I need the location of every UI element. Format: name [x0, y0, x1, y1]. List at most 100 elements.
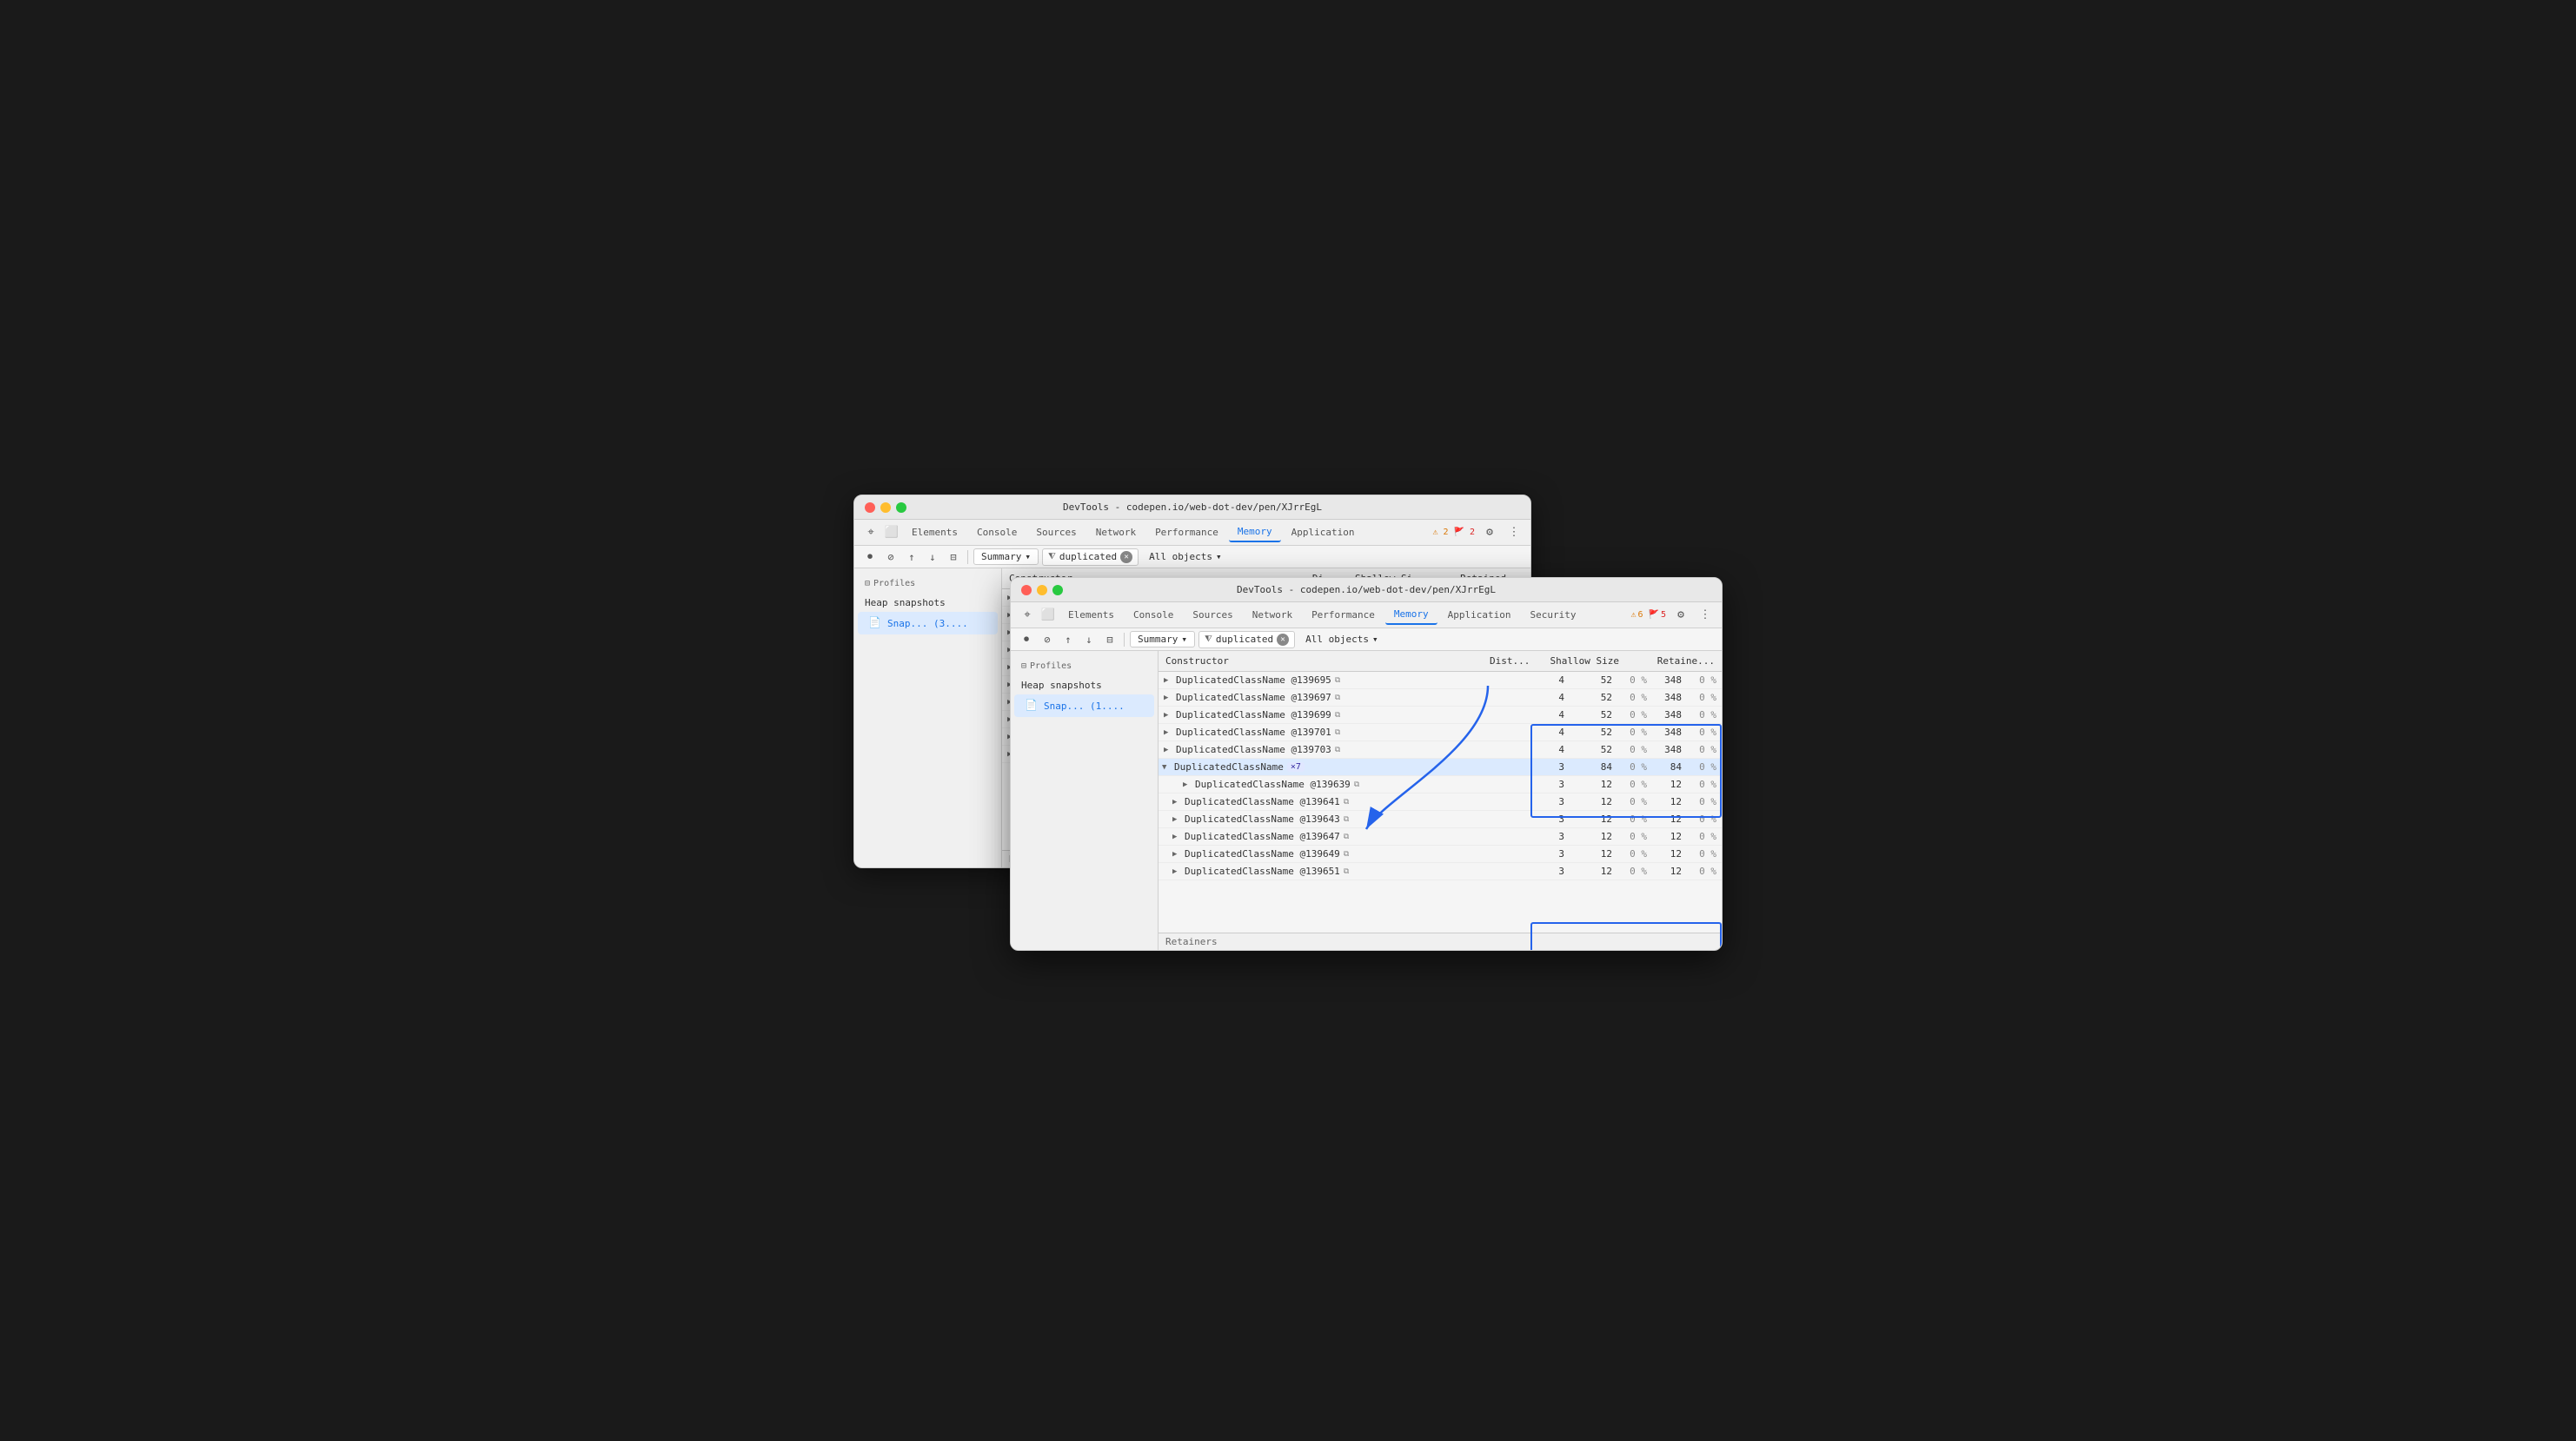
grouped-shallow-pct: 0 % — [1617, 761, 1652, 773]
table-row[interactable]: ▶DuplicatedClassName @139649⧉ 3 12 0 % 1… — [1159, 846, 1722, 863]
stop-btn-2[interactable]: ⊘ — [1039, 631, 1056, 648]
warn-badge-2: ⚠ 6 — [1630, 610, 1643, 620]
tab-memory-2[interactable]: Memory — [1385, 605, 1437, 625]
collect-btn-2[interactable]: ⊟ — [1101, 631, 1119, 648]
tab-console-1[interactable]: Console — [968, 523, 1026, 541]
devtools-window-2[interactable]: DevTools - codepen.io/web-dot-dev/pen/XJ… — [1010, 577, 1723, 951]
copy-icon[interactable]: ⧉ — [1335, 711, 1340, 720]
device-icon-2[interactable]: ⬜ — [1039, 606, 1058, 625]
row-constructor: DuplicatedClassName @139641 — [1185, 796, 1340, 807]
upload-btn-1[interactable]: ↑ — [903, 548, 920, 566]
th-constructor-2: Constructor — [1159, 654, 1483, 668]
grouped-row[interactable]: ▼ DuplicatedClassName ×7 3 84 0 % 84 0 % — [1159, 759, 1722, 776]
download-btn-1[interactable]: ↓ — [924, 548, 941, 566]
objects-dropdown-1[interactable]: All objects ▾ — [1142, 549, 1228, 564]
cursor-icon-1[interactable]: ⌖ — [861, 523, 880, 542]
row-retained: 348 — [1652, 674, 1687, 686]
table-body-2: ▶DuplicatedClassName @139695⧉ 4 52 0 % 3… — [1159, 672, 1722, 933]
tab-sources-1[interactable]: Sources — [1027, 523, 1085, 541]
tab-security-2[interactable]: Security — [1522, 606, 1585, 624]
table-row[interactable]: ▶DuplicatedClassName @139641⧉ 3 12 0 % 1… — [1159, 794, 1722, 811]
summary-label-1: Summary — [981, 551, 1021, 562]
copy-icon[interactable]: ⧉ — [1344, 850, 1349, 859]
copy-icon[interactable]: ⧉ — [1335, 694, 1340, 702]
table-row[interactable]: ▶DuplicatedClassName @139701⧉ 4 52 0 % 3… — [1159, 724, 1722, 741]
upload-btn-2[interactable]: ↑ — [1059, 631, 1077, 648]
row-shallow: 12 — [1570, 848, 1617, 860]
row-constructor: DuplicatedClassName @139695 — [1176, 674, 1331, 686]
sidebar-1: ⊟ Profiles Heap snapshots 📄 Snap... (3..… — [854, 568, 1002, 867]
download-btn-2[interactable]: ↓ — [1080, 631, 1098, 648]
tab-network-1[interactable]: Network — [1087, 523, 1145, 541]
copy-icon[interactable]: ⧉ — [1335, 746, 1340, 754]
tab-network-2[interactable]: Network — [1244, 606, 1301, 624]
cursor-icon-2[interactable]: ⌖ — [1018, 606, 1037, 625]
record-btn-1[interactable]: ⏺ — [861, 548, 879, 566]
clear-filter-btn-2[interactable]: ✕ — [1277, 634, 1289, 646]
clear-filter-btn-1[interactable]: ✕ — [1120, 551, 1132, 563]
table-row[interactable]: ▶DuplicatedClassName @139651⧉ 3 12 0 % 1… — [1159, 863, 1722, 880]
expand-icon: ▶ — [1172, 815, 1181, 824]
table-header-2: Constructor Dist... Shallow Size Retaine… — [1159, 651, 1722, 672]
close-button-2[interactable] — [1021, 585, 1032, 595]
table-row[interactable]: ▶DuplicatedClassName @139695⧉ 4 52 0 % 3… — [1159, 672, 1722, 689]
copy-icon[interactable]: ⧉ — [1335, 676, 1340, 685]
maximize-button-2[interactable] — [1052, 585, 1063, 595]
tab-elements-1[interactable]: Elements — [903, 523, 966, 541]
tab-sources-2[interactable]: Sources — [1184, 606, 1241, 624]
traffic-lights-2 — [1021, 585, 1063, 595]
minimize-button-1[interactable] — [880, 502, 891, 513]
tab-performance-1[interactable]: Performance — [1146, 523, 1227, 541]
grouped-shallow: 84 — [1570, 761, 1617, 773]
more-icon-1[interactable]: ⋮ — [1504, 523, 1524, 542]
tab-console-2[interactable]: Console — [1125, 606, 1182, 624]
objects-dropdown-2[interactable]: All objects ▾ — [1298, 632, 1384, 647]
tab-badges-2: ⚠ 6 🚩 5 ⚙ ⋮ — [1630, 606, 1715, 625]
table-row[interactable]: ▶DuplicatedClassName @139703⧉ 4 52 0 % 3… — [1159, 741, 1722, 759]
row-retained-pct: 0 % — [1687, 831, 1722, 842]
table-row[interactable]: ▶DuplicatedClassName @139697⧉ 4 52 0 % 3… — [1159, 689, 1722, 707]
tab-application-1[interactable]: Application — [1283, 523, 1364, 541]
title-bar-2: DevTools - codepen.io/web-dot-dev/pen/XJ… — [1011, 578, 1722, 602]
row-dist: 3 — [1522, 848, 1570, 860]
expand-icon: ▶ — [1164, 746, 1172, 754]
snapshot-icon-1: 📄 — [868, 616, 882, 630]
tab-elements-2[interactable]: Elements — [1059, 606, 1123, 624]
summary-dropdown-1[interactable]: Summary ▾ — [973, 548, 1039, 565]
row-retained-pct: 0 % — [1687, 866, 1722, 877]
copy-icon[interactable]: ⧉ — [1344, 867, 1349, 876]
filter-area-1[interactable]: ⧨ duplicated ✕ — [1042, 548, 1139, 566]
row-constructor: DuplicatedClassName @139643 — [1185, 813, 1340, 825]
maximize-button-1[interactable] — [896, 502, 906, 513]
objects-arrow-2: ▾ — [1372, 634, 1378, 645]
tab-application-2[interactable]: Application — [1439, 606, 1520, 624]
copy-icon[interactable]: ⧉ — [1335, 728, 1340, 737]
table-row[interactable]: ▶DuplicatedClassName @139643⧉ 3 12 0 % 1… — [1159, 811, 1722, 828]
filter-area-2[interactable]: ⧨ duplicated ✕ — [1198, 631, 1295, 648]
tab-memory-1[interactable]: Memory — [1229, 522, 1281, 542]
snapshot-item-1[interactable]: 📄 Snap... (3.... — [858, 612, 998, 634]
table-row[interactable]: ▶DuplicatedClassName @139699⧉ 4 52 0 % 3… — [1159, 707, 1722, 724]
copy-icon[interactable]: ⧉ — [1354, 780, 1359, 789]
row-shallow: 12 — [1570, 779, 1617, 790]
filter-icon-1: ⧨ — [1048, 552, 1056, 561]
collect-btn-1[interactable]: ⊟ — [945, 548, 962, 566]
copy-icon[interactable]: ⧉ — [1344, 833, 1349, 841]
record-btn-2[interactable]: ⏺ — [1018, 631, 1035, 648]
tab-performance-2[interactable]: Performance — [1303, 606, 1384, 624]
device-icon-1[interactable]: ⬜ — [882, 523, 901, 542]
row-shallow: 52 — [1570, 727, 1617, 738]
snapshot-item-2[interactable]: 📄 Snap... (1.... — [1014, 694, 1154, 717]
more-icon-2[interactable]: ⋮ — [1696, 606, 1715, 625]
table-row[interactable]: ▶DuplicatedClassName @139639⧉ 3 12 0 % 1… — [1159, 776, 1722, 794]
minimize-button-2[interactable] — [1037, 585, 1047, 595]
th-retained-2: Retaine... — [1626, 654, 1722, 668]
table-row[interactable]: ▶DuplicatedClassName @139647⧉ 3 12 0 % 1… — [1159, 828, 1722, 846]
stop-btn-1[interactable]: ⊘ — [882, 548, 900, 566]
summary-dropdown-2[interactable]: Summary ▾ — [1130, 631, 1195, 647]
copy-icon[interactable]: ⧉ — [1344, 798, 1349, 807]
copy-icon[interactable]: ⧉ — [1344, 815, 1349, 824]
settings-icon-2[interactable]: ⚙ — [1671, 606, 1690, 625]
settings-icon-1[interactable]: ⚙ — [1480, 523, 1499, 542]
close-button-1[interactable] — [865, 502, 875, 513]
